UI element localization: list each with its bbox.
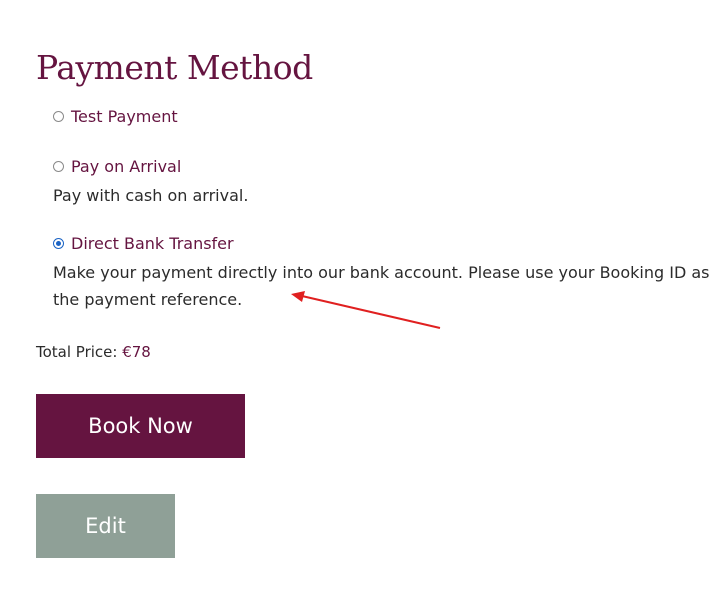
page-title: Payment Method: [36, 48, 313, 88]
payment-option-test-payment[interactable]: Test Payment: [53, 107, 178, 126]
payment-option-label: Direct Bank Transfer: [71, 234, 234, 253]
direct-bank-transfer-description: Make your payment directly into our bank…: [53, 263, 710, 309]
total-price: Total Price: €78: [36, 343, 151, 361]
pay-on-arrival-description: Pay with cash on arrival.: [53, 186, 249, 205]
edit-button[interactable]: Edit: [36, 494, 175, 558]
radio-test-payment[interactable]: [53, 111, 64, 122]
payment-option-direct-bank-transfer[interactable]: Direct Bank Transfer: [53, 234, 234, 253]
book-now-button[interactable]: Book Now: [36, 394, 245, 458]
radio-pay-on-arrival[interactable]: [53, 161, 64, 172]
total-price-amount: €78: [122, 343, 151, 361]
payment-option-label: Test Payment: [71, 107, 178, 126]
total-price-label: Total Price:: [36, 343, 123, 361]
radio-direct-bank-transfer[interactable]: [53, 238, 64, 249]
payment-option-label: Pay on Arrival: [71, 157, 182, 176]
payment-option-pay-on-arrival[interactable]: Pay on Arrival: [53, 157, 181, 176]
